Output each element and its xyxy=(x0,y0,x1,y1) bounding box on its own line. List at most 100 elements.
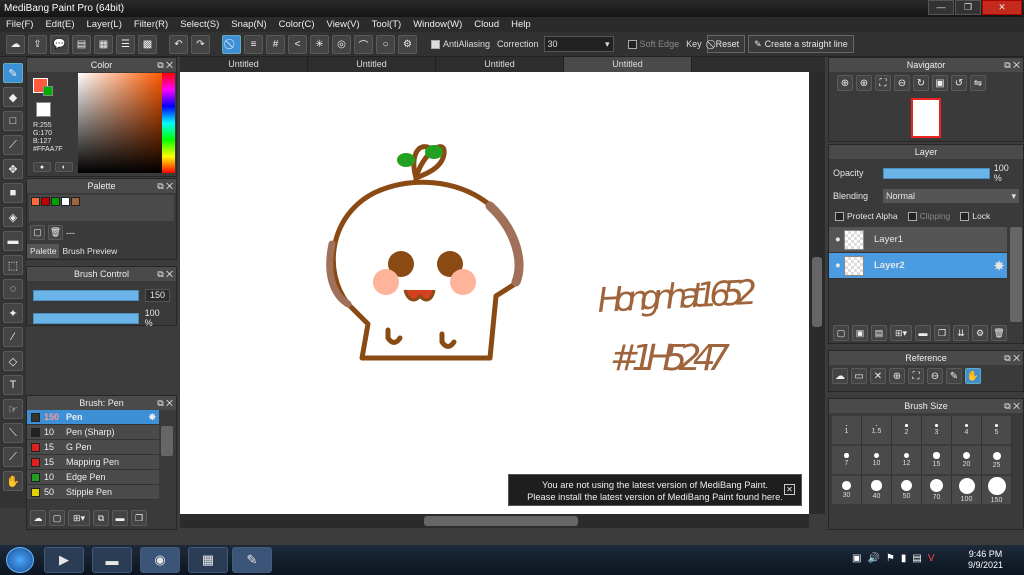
color-add-icon[interactable]: ● xyxy=(33,162,51,172)
clock[interactable]: 9:46 PM 9/9/2021 xyxy=(968,549,1003,571)
update-notice[interactable]: You are not using the latest version of … xyxy=(508,474,802,506)
menu-color[interactable]: Color(C) xyxy=(273,17,321,32)
snap-off-icon[interactable]: ⃠ xyxy=(222,34,241,54)
menu-layer[interactable]: Layer(L) xyxy=(81,17,128,32)
zoom-in-icon[interactable]: ⊕ xyxy=(889,368,905,384)
brush-size-option[interactable]: 5 xyxy=(982,416,1012,444)
protect-alpha-toggle[interactable]: Protect Alpha xyxy=(835,211,898,222)
vertical-scroll-thumb[interactable] xyxy=(812,257,822,327)
reset-button[interactable]: ⃠Reset xyxy=(706,35,746,53)
share-icon[interactable]: ⇪ xyxy=(28,34,47,54)
comment-icon[interactable]: 💬 xyxy=(50,34,69,54)
brush-size-option[interactable]: 30 xyxy=(832,476,862,504)
brush-size-option[interactable]: 50 xyxy=(892,476,922,504)
select-tool-icon[interactable]: ⬚ xyxy=(3,255,23,275)
palette-swatch[interactable] xyxy=(61,197,70,206)
layer-row-selected[interactable]: ● Layer2 ✸ xyxy=(829,253,1007,280)
flag-icon[interactable]: ⚑ xyxy=(886,553,895,564)
eye-icon[interactable]: ● xyxy=(835,234,841,245)
brush-size-option[interactable]: 10 xyxy=(862,446,892,474)
close-icon[interactable]: ⧉ ✕ xyxy=(157,58,173,72)
tab-untitled-active[interactable]: Untitled xyxy=(564,57,692,72)
lasso-tool-icon[interactable]: ◌ xyxy=(3,279,23,299)
size-value[interactable]: 150 xyxy=(145,289,170,302)
brush-size-option[interactable]: 20 xyxy=(952,446,982,474)
maximize-button[interactable]: ❐ xyxy=(955,0,981,15)
zoom-in-icon[interactable]: ⊕ xyxy=(837,75,853,91)
layer-opacity-slider[interactable] xyxy=(882,167,990,179)
eyedropper-icon[interactable]: ✎ xyxy=(946,368,962,384)
magic-wand-icon[interactable]: ✦ xyxy=(3,303,23,323)
flip-icon[interactable]: ⇋ xyxy=(970,75,986,91)
grid-icon[interactable]: ▩ xyxy=(138,34,157,54)
select-pen-icon[interactable]: ⁄ xyxy=(3,327,23,347)
brush-size-option[interactable]: 1.5 xyxy=(862,416,892,444)
close-icon[interactable]: ⧉ ✕ xyxy=(1004,399,1020,413)
add-brush-icon[interactable]: ⊞▾ xyxy=(68,510,90,526)
menu-snap[interactable]: Snap(N) xyxy=(225,17,272,32)
palette-swatch[interactable] xyxy=(51,197,60,206)
new-halftone-layer-icon[interactable]: ▣ xyxy=(852,325,868,341)
hand-tool-icon[interactable]: ✋ xyxy=(3,471,23,491)
fit-icon[interactable]: ⛶ xyxy=(908,368,924,384)
layer-settings-icon[interactable]: ⚙ xyxy=(972,325,988,341)
page-icon[interactable]: ▤ xyxy=(72,34,91,54)
brush-tool-icon[interactable]: ✎ xyxy=(3,63,23,83)
move-tool-icon[interactable]: ✥ xyxy=(3,159,23,179)
list-icon[interactable]: ☰ xyxy=(116,34,135,54)
copy-brush-icon[interactable]: ⧉ xyxy=(93,510,109,526)
brush-size-option[interactable]: 70 xyxy=(922,476,952,504)
navigator-preview[interactable] xyxy=(911,98,941,138)
brush-size-option[interactable]: 100 xyxy=(952,476,982,504)
opacity-slider-track[interactable] xyxy=(33,312,139,324)
zoom-out-icon[interactable]: ⊖ xyxy=(894,75,910,91)
opacity-slider[interactable] xyxy=(33,312,139,324)
hue-slider[interactable] xyxy=(162,73,175,173)
antialias-toggle[interactable]: AntiAliasing xyxy=(429,39,492,50)
hand-icon[interactable]: ✋ xyxy=(965,368,981,384)
eye-icon[interactable]: ● xyxy=(835,260,841,271)
brush-size-option[interactable]: 3 xyxy=(922,416,952,444)
brush-item[interactable]: 15 G Pen xyxy=(27,440,159,455)
close-icon[interactable]: ⧉ ✕ xyxy=(1004,351,1020,365)
operation-tool-icon[interactable]: ☞ xyxy=(3,399,23,419)
menu-select[interactable]: Select(S) xyxy=(174,17,225,32)
correction-select[interactable]: 30 xyxy=(543,36,614,52)
file-explorer-icon[interactable]: ▬ xyxy=(92,547,132,573)
brush-item[interactable]: 10 Pen (Sharp) xyxy=(27,425,159,440)
clipping-toggle[interactable]: Clipping xyxy=(907,211,950,222)
medibang-icon[interactable]: ✎ xyxy=(232,547,272,573)
menu-cloud[interactable]: Cloud xyxy=(468,17,505,32)
straight-line-button[interactable]: ✎ Create a straight line xyxy=(748,35,854,53)
eyedropper-icon[interactable]: ⟋ xyxy=(3,447,23,467)
close-icon[interactable]: ⧉ ✕ xyxy=(157,267,173,281)
radial-snap-icon[interactable]: ✳ xyxy=(310,34,329,54)
cloud-icon[interactable]: ☁ xyxy=(6,34,25,54)
snap-settings-icon[interactable]: ⚙ xyxy=(398,34,417,54)
eraser-tool-icon[interactable]: ◆ xyxy=(3,87,23,107)
fit-icon[interactable]: ⛶ xyxy=(875,75,891,91)
rect-tool-icon[interactable]: □ xyxy=(3,111,23,131)
rotate-right-icon[interactable]: ↺ xyxy=(951,75,967,91)
menu-window[interactable]: Window(W) xyxy=(407,17,468,32)
brush-size-option[interactable]: 12 xyxy=(892,446,922,474)
gear-icon[interactable]: ✸ xyxy=(994,259,1004,273)
palette-swatch[interactable] xyxy=(31,197,40,206)
brush-size-option[interactable]: 7 xyxy=(832,446,862,474)
drawing-canvas[interactable]: Hongnhat1652 #1H5247 xyxy=(180,72,809,514)
color-swap-icon[interactable]: ◐ xyxy=(55,162,73,172)
close-icon[interactable]: ⧉ ✕ xyxy=(1004,58,1020,72)
menu-help[interactable]: Help xyxy=(505,17,537,32)
duplicate-icon[interactable]: ❐ xyxy=(131,510,147,526)
bucket-tool-icon[interactable]: ◈ xyxy=(3,207,23,227)
soft-edge-toggle[interactable]: Soft Edge xyxy=(626,39,682,50)
close-reference-icon[interactable]: ✕ xyxy=(870,368,886,384)
brush-size-option[interactable]: 25 xyxy=(982,446,1012,474)
trash-icon[interactable]: 🗑 xyxy=(48,225,63,240)
open-icon[interactable]: ▭ xyxy=(851,368,867,384)
layer-list-scrollbar[interactable] xyxy=(1010,227,1022,322)
tab-untitled[interactable]: Untitled xyxy=(308,57,436,72)
undo-icon[interactable]: ↶ xyxy=(169,34,188,54)
tab-untitled[interactable]: Untitled xyxy=(436,57,564,72)
trash-icon[interactable]: 🗑 xyxy=(991,325,1007,341)
